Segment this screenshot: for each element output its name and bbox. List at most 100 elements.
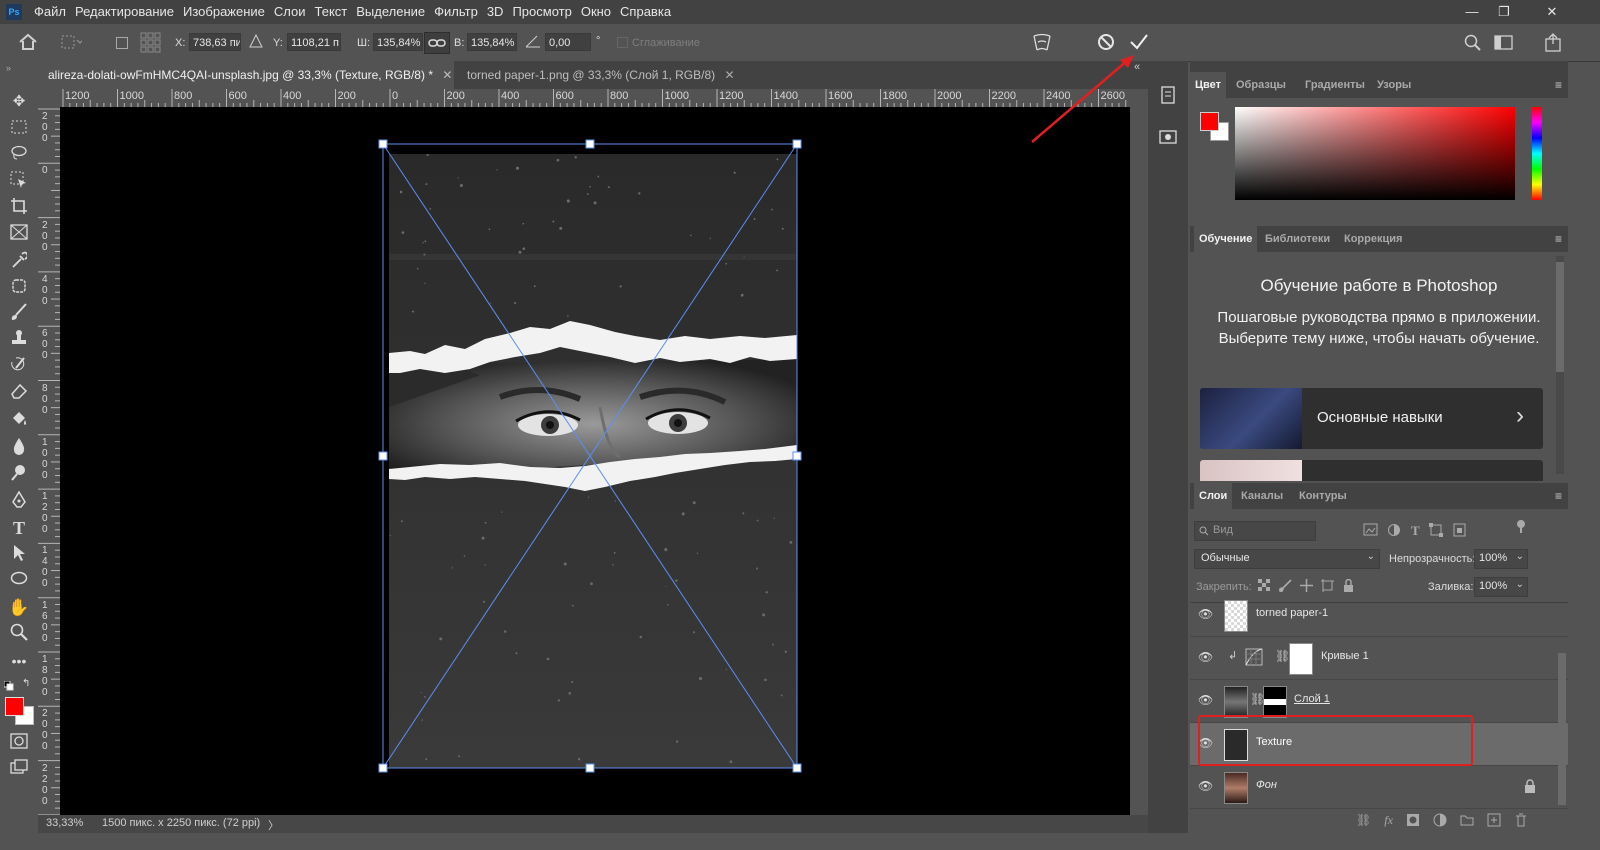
opacity-field[interactable]: 100% ⌄ bbox=[1474, 549, 1528, 569]
restore-button[interactable]: ❐ bbox=[1488, 0, 1520, 24]
relative-position-icon[interactable] bbox=[249, 33, 263, 51]
blur-tool-icon[interactable] bbox=[8, 437, 30, 459]
link-layers-icon[interactable]: ⛓ bbox=[1356, 813, 1371, 828]
crop-tool-icon[interactable] bbox=[8, 197, 30, 219]
eyedropper-tool-icon[interactable] bbox=[8, 251, 30, 273]
move-tool-icon[interactable]: ✥ bbox=[8, 91, 30, 113]
hue-slider[interactable] bbox=[1532, 107, 1542, 200]
menu-filter[interactable]: Фильтр bbox=[434, 4, 478, 19]
type-tool-icon[interactable]: T bbox=[8, 517, 30, 539]
tab-channels[interactable]: Каналы bbox=[1241, 483, 1283, 509]
pixel-filter-icon[interactable] bbox=[1363, 523, 1379, 537]
dodge-tool-icon[interactable] bbox=[8, 463, 30, 485]
zoom-level[interactable]: 33,33% bbox=[46, 817, 83, 829]
workspace-icon[interactable] bbox=[1494, 35, 1514, 54]
menu-window[interactable]: Окно bbox=[581, 4, 611, 19]
lock-artboard-icon[interactable] bbox=[1321, 579, 1334, 592]
width-field[interactable]: 135,84% bbox=[373, 33, 423, 51]
visibility-eye-icon[interactable]: 👁 bbox=[1198, 650, 1213, 664]
blend-mode-select[interactable]: Обычные ⌄ bbox=[1194, 549, 1380, 569]
lock-position-icon[interactable] bbox=[1300, 579, 1313, 592]
menu-file[interactable]: Файл bbox=[34, 4, 66, 19]
menu-view[interactable]: Просмотр bbox=[512, 4, 571, 19]
lasso-tool-icon[interactable] bbox=[8, 145, 30, 167]
layer-name[interactable]: Кривые 1 bbox=[1321, 650, 1369, 662]
menu-3d[interactable]: 3D bbox=[487, 4, 504, 19]
status-menu-arrow[interactable]: 〉 bbox=[268, 817, 279, 833]
reference-point-checkbox[interactable] bbox=[116, 37, 128, 49]
shape-filter-icon[interactable] bbox=[1428, 523, 1444, 537]
layer-name[interactable]: torned paper-1 bbox=[1256, 607, 1328, 619]
panel-menu-icon[interactable]: ≡ bbox=[1555, 489, 1562, 503]
screen-mode-icon[interactable] bbox=[8, 759, 30, 781]
type-filter-icon[interactable]: T bbox=[1411, 523, 1420, 539]
adjustment-filter-icon[interactable] bbox=[1387, 523, 1403, 537]
new-adjustment-icon[interactable] bbox=[1433, 813, 1447, 827]
tab-alireza-document[interactable]: alireza-dolati-owFmHMC4QAI-unsplash.jpg … bbox=[38, 61, 454, 89]
stamp-tool-icon[interactable] bbox=[8, 329, 30, 351]
tab-patterns[interactable]: Узоры bbox=[1377, 72, 1411, 98]
angle-field[interactable]: 0,00 bbox=[545, 33, 591, 51]
lock-transparency-icon[interactable] bbox=[1258, 579, 1271, 592]
tab-close-icon[interactable]: ✕ bbox=[725, 68, 735, 82]
history-brush-tool-icon[interactable] bbox=[8, 356, 30, 378]
panel-menu-icon[interactable]: ≡ bbox=[1555, 232, 1562, 246]
menu-help[interactable]: Справка bbox=[620, 4, 671, 19]
default-colors-icon[interactable] bbox=[3, 680, 14, 694]
lock-pixels-icon[interactable] bbox=[1279, 579, 1292, 592]
share-icon[interactable] bbox=[1544, 33, 1562, 56]
minimize-button[interactable]: — bbox=[1456, 0, 1488, 24]
panel-menu-icon[interactable]: ≡ bbox=[1555, 78, 1562, 92]
brush-tool-icon[interactable] bbox=[8, 303, 30, 325]
tab-learn[interactable]: Обучение bbox=[1194, 226, 1258, 252]
layer-name[interactable]: Фон bbox=[1256, 779, 1277, 791]
learn-card-next[interactable] bbox=[1200, 460, 1543, 481]
document-canvas[interactable] bbox=[60, 107, 1130, 815]
tab-paths[interactable]: Контуры bbox=[1299, 483, 1347, 509]
path-selection-tool-icon[interactable] bbox=[8, 544, 30, 566]
foreground-color-swatch[interactable] bbox=[5, 697, 24, 716]
layer-filter-select[interactable]: Вид bbox=[1194, 521, 1316, 541]
fx-icon[interactable]: fx bbox=[1384, 813, 1393, 828]
healing-brush-tool-icon[interactable] bbox=[8, 277, 30, 299]
y-field[interactable]: 1108,21 п bbox=[287, 33, 341, 51]
search-icon[interactable] bbox=[1464, 34, 1482, 55]
link-aspect-icon[interactable] bbox=[424, 32, 450, 54]
object-selection-tool-icon[interactable] bbox=[8, 171, 30, 193]
foreground-color-swatch[interactable] bbox=[1200, 112, 1219, 131]
tab-swatches[interactable]: Образцы bbox=[1236, 72, 1286, 98]
layer-row-torned-paper[interactable]: 👁 torned paper-1 bbox=[1190, 594, 1568, 637]
layer-name[interactable]: Слой 1 bbox=[1294, 693, 1330, 705]
reference-point-icon[interactable] bbox=[60, 34, 84, 53]
eraser-tool-icon[interactable] bbox=[8, 382, 30, 404]
paint-bucket-tool-icon[interactable] bbox=[8, 410, 30, 432]
tab-layers[interactable]: Слои bbox=[1194, 483, 1233, 509]
marquee-tool-icon[interactable] bbox=[8, 119, 30, 141]
menu-select[interactable]: Выделение bbox=[356, 4, 425, 19]
smart-object-filter-icon[interactable] bbox=[1452, 523, 1468, 537]
visibility-eye-icon[interactable]: 👁 bbox=[1198, 693, 1213, 707]
more-tools-icon[interactable]: ••• bbox=[8, 650, 30, 672]
menu-layers[interactable]: Слои bbox=[274, 4, 306, 19]
color-field[interactable] bbox=[1235, 107, 1515, 200]
layers-scrollbar[interactable] bbox=[1558, 653, 1566, 805]
tab-torned-paper-document[interactable]: torned paper-1.png @ 33,3% (Слой 1, RGB/… bbox=[457, 61, 737, 89]
menu-image[interactable]: Изображение bbox=[183, 4, 265, 19]
tab-adjustments[interactable]: Коррекция bbox=[1344, 226, 1402, 252]
filter-toggle-icon[interactable] bbox=[1516, 520, 1526, 534]
learn-card-basic-skills[interactable]: Основные навыки › bbox=[1200, 388, 1543, 449]
visibility-eye-icon[interactable]: 👁 bbox=[1198, 607, 1213, 621]
pen-tool-icon[interactable] bbox=[8, 490, 30, 513]
close-window-button[interactable]: ✕ bbox=[1520, 0, 1584, 24]
lock-all-icon[interactable] bbox=[1342, 579, 1355, 592]
reference-grid-icon[interactable] bbox=[140, 32, 162, 57]
swap-colors-icon[interactable]: ↰ bbox=[22, 678, 30, 689]
new-layer-icon[interactable] bbox=[1487, 813, 1501, 827]
collapse-toolbar-icon[interactable]: » bbox=[6, 63, 11, 73]
learn-scrollbar[interactable] bbox=[1556, 256, 1564, 474]
hand-tool-icon[interactable]: ✋ bbox=[8, 597, 30, 619]
quick-mask-icon[interactable] bbox=[8, 733, 30, 755]
visibility-eye-icon[interactable]: 👁 bbox=[1198, 779, 1213, 793]
properties-panel-icon[interactable] bbox=[1158, 127, 1178, 150]
trash-icon[interactable] bbox=[1514, 813, 1528, 827]
